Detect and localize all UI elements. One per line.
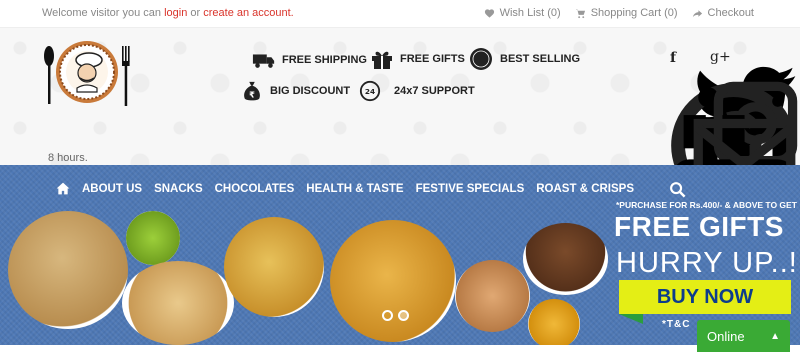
truck-icon xyxy=(252,54,275,68)
nav-item-snacks[interactable]: SNACKS xyxy=(154,183,203,195)
carousel-dot[interactable] xyxy=(398,310,409,321)
green-peas-image xyxy=(126,211,180,265)
feature-best-selling: BEST SELLING xyxy=(468,47,580,71)
gift-icon xyxy=(372,51,392,69)
support-24-icon: 24 xyxy=(359,80,381,102)
checkout-link[interactable]: Checkout xyxy=(692,7,754,19)
carousel-dots xyxy=(382,310,409,321)
free-gifts-label: FREE GIFTS xyxy=(400,53,465,65)
peanuts-image xyxy=(122,261,234,345)
wishlist-link[interactable]: Wish List (0) xyxy=(484,7,561,19)
create-account-link[interactable]: create an account. xyxy=(203,7,294,19)
namkeen-image xyxy=(528,299,580,345)
carousel-dot[interactable] xyxy=(382,310,393,321)
page-divider xyxy=(0,345,800,352)
khakhra-stack-image xyxy=(8,211,128,329)
free-shipping-label: FREE SHIPPING xyxy=(282,54,367,66)
masala-biscuit-image xyxy=(224,217,324,317)
site-header: FREE SHIPPING FREE GIFTS BEST SELLING ₹ … xyxy=(0,28,800,226)
nav-item-health-taste[interactable]: HEALTH & TASTE xyxy=(306,183,403,195)
feature-big-discount: ₹ BIG DISCOUNT xyxy=(240,80,350,102)
chat-status-label: Online xyxy=(707,328,745,344)
chips-image xyxy=(455,260,530,332)
home-icon[interactable] xyxy=(56,182,70,195)
svg-text:₹: ₹ xyxy=(249,89,255,99)
cart-icon xyxy=(575,8,585,18)
cart-label: Shopping Cart (0) xyxy=(590,7,678,19)
nav-item-festive-specials[interactable]: FESTIVE SPECIALS xyxy=(416,183,525,195)
share-arrow-icon xyxy=(692,9,702,17)
login-link[interactable]: login xyxy=(164,7,187,19)
chef-logo[interactable] xyxy=(40,36,136,126)
chevron-up-icon[interactable]: ▲ xyxy=(770,331,780,342)
heart-icon xyxy=(484,8,494,18)
best-seller-badge-icon xyxy=(470,48,492,70)
top-bar: Welcome visitor you can login or create … xyxy=(0,0,800,28)
terms-text: *T&C xyxy=(662,319,691,330)
search-icon[interactable] xyxy=(669,181,686,198)
best-selling-label: BEST SELLING xyxy=(500,53,581,65)
mathri-image xyxy=(330,220,456,342)
nav-item-chocolates[interactable]: CHOCOLATES xyxy=(215,183,295,195)
facebook-icon[interactable]: f xyxy=(670,50,676,66)
hours-text: 8 hours. xyxy=(48,152,88,164)
welcome-text: Welcome visitor you can xyxy=(42,7,162,19)
support-label: 24x7 SUPPORT xyxy=(394,85,475,97)
promo-free-gifts: FREE GIFTS xyxy=(614,211,784,242)
hero-banner[interactable]: ABOUT US SNACKS CHOCOLATES HEALTH & TAST… xyxy=(0,165,800,345)
buy-now-button[interactable]: BUY NOW xyxy=(619,280,791,314)
feature-support: 24 24x7 SUPPORT xyxy=(358,80,475,102)
big-discount-label: BIG DISCOUNT xyxy=(270,85,351,97)
feature-free-gifts: FREE GIFTS xyxy=(370,48,465,70)
welcome-message: Welcome visitor you can login or create … xyxy=(42,7,294,19)
main-nav: ABOUT US SNACKS CHOCOLATES HEALTH & TAST… xyxy=(56,182,634,195)
or-text: or xyxy=(190,7,201,19)
feature-free-shipping: FREE SHIPPING xyxy=(252,49,367,71)
promo-hurry-up: HURRY UP..! xyxy=(616,247,798,279)
account-links: Wish List (0) Shopping Cart (0) Checkout xyxy=(484,7,754,19)
ribbon-decoration xyxy=(619,314,643,324)
nav-item-roast-crisps[interactable]: ROAST & CRISPS xyxy=(536,183,634,195)
cart-link[interactable]: Shopping Cart (0) xyxy=(575,7,678,19)
google-plus-icon[interactable]: g+ xyxy=(710,49,731,65)
nav-item-about-us[interactable]: ABOUT US xyxy=(82,183,142,195)
support-badge-text: 24 xyxy=(365,87,375,96)
online-chat-widget[interactable]: Online ▲ xyxy=(697,320,790,352)
wishlist-label: Wish List (0) xyxy=(499,7,561,19)
crisp-bowl-image xyxy=(523,223,608,295)
promo-condition-text: *PURCHASE FOR Rs.400/- & ABOVE TO GET xyxy=(616,200,797,210)
money-bag-icon: ₹ xyxy=(244,81,260,101)
checkout-label: Checkout xyxy=(707,7,754,19)
